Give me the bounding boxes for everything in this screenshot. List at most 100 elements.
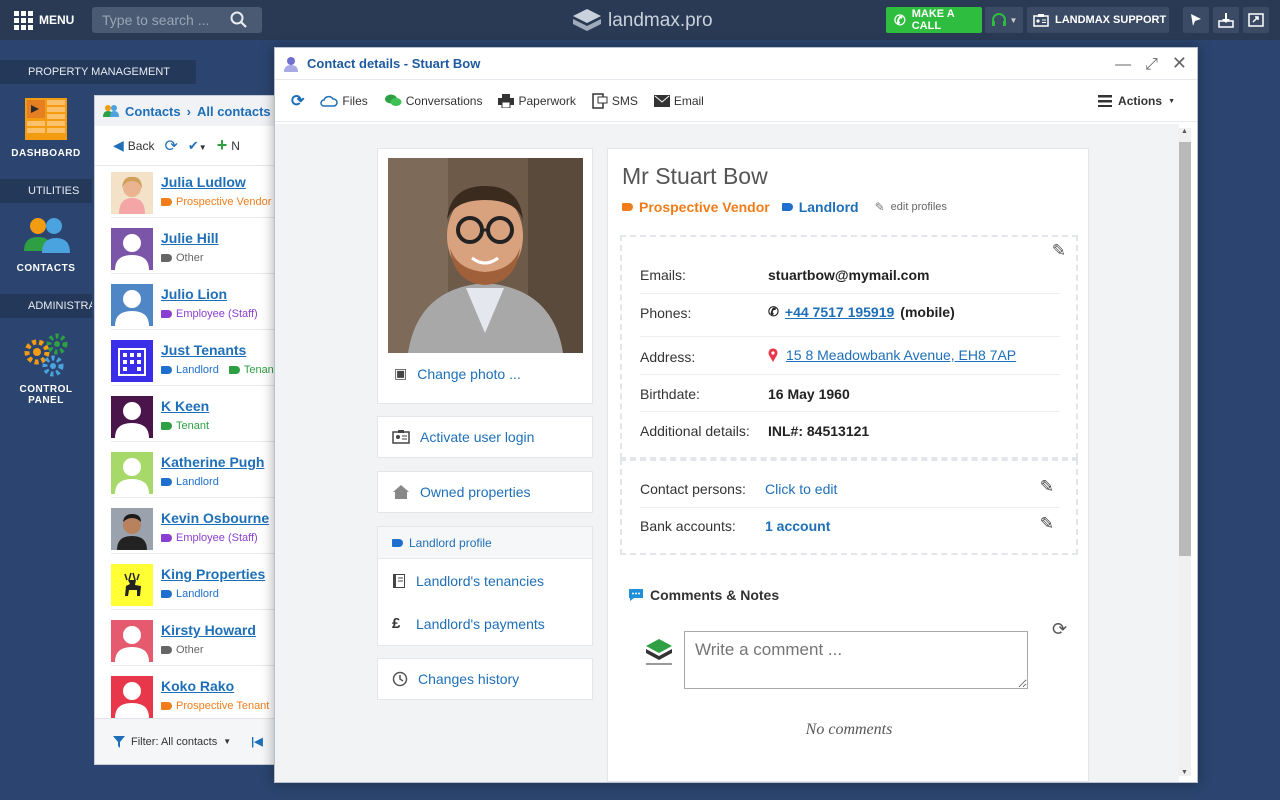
maximize-icon[interactable]: ⤢ [1145,56,1158,74]
change-photo-button[interactable]: ▣ Change photo ... [394,365,521,382]
comment-input[interactable] [684,631,1028,689]
edit-profiles-link[interactable]: edit profiles [891,201,947,213]
tag-icon [228,366,240,374]
contact-name-link[interactable]: King Properties [161,566,265,582]
breadcrumb-separator: › [186,103,191,119]
bank-accounts-link[interactable]: 1 account [765,518,830,534]
comments-title: Comments & Notes [650,587,780,603]
address-link[interactable]: 15 8 Meadowbank Avenue, EH8 7AP [786,347,1016,363]
search-input[interactable] [92,12,230,28]
landlord-tenancies-link[interactable]: Landlord's tenancies [392,573,544,589]
arrow-left-icon: ◀ [113,137,124,153]
avatar [111,172,153,214]
notifications-button[interactable] [1183,7,1209,33]
list-item[interactable]: Julia Ludlow Prospective Vendor [111,172,285,218]
scroll-up-icon[interactable]: ▲ [1181,128,1188,135]
tag-label: Tenant [176,420,210,432]
changes-history-card[interactable]: Changes history [377,658,593,700]
filter-dropdown[interactable]: Filter: All contacts [131,736,217,748]
search-icon[interactable] [230,11,248,29]
sidebar-label-contacts: CONTACTS [16,263,76,274]
refresh-icon[interactable]: ⟳ [291,91,304,111]
paperwork-button[interactable]: Paperwork [498,93,576,108]
conversations-label: Conversations [405,93,483,108]
fullscreen-button[interactable] [1243,7,1269,33]
person-icon [284,56,298,72]
contact-name-link[interactable]: Just Tenants [161,342,283,358]
download-button[interactable] [1213,7,1239,33]
list-item[interactable]: Kirsty Howard Other [111,620,285,666]
conversations-button[interactable]: Conversations [384,93,483,108]
tag-icon [392,538,403,547]
download-icon [1218,13,1234,28]
refresh-comments-icon[interactable]: ⟳ [1052,619,1067,640]
scroll-thumb[interactable] [1179,142,1191,556]
files-button[interactable]: Files [320,93,368,108]
landlord-profile-header[interactable]: Landlord profile [378,527,592,559]
emails-value: stuartbow@mymail.com [768,267,930,283]
contact-tags: Other [161,644,256,656]
tag-prospective-vendor[interactable]: Prospective Vendor [639,199,770,215]
list-item[interactable]: Just Tenants Landlord Tenant [111,340,285,386]
sidebar-item-dashboard[interactable]: DASHBOARD [0,96,92,159]
owned-properties-card[interactable]: Owned properties [377,471,593,513]
contact-name-link[interactable]: Julio Lion [161,286,264,302]
select-button[interactable]: ✔▼ [188,138,207,154]
contact-name-link[interactable]: Kirsty Howard [161,622,256,638]
headset-button[interactable]: ▼ [985,7,1023,33]
contact-name-link[interactable]: Julia Ludlow [161,174,277,190]
list-item[interactable]: Julio Lion Employee (Staff) [111,284,285,330]
breadcrumb-contacts[interactable]: Contacts [125,104,181,119]
list-item[interactable]: Katherine Pugh Landlord [111,452,285,498]
edit-bank-accounts-icon[interactable]: ✎ [1040,514,1054,534]
refresh-button[interactable]: ⟳ [164,136,177,156]
landmax-support-button[interactable]: LANDMAX SUPPORT [1027,7,1169,33]
contact-persons-link[interactable]: Click to edit [765,481,837,497]
hamburger-icon [1098,95,1113,107]
list-item[interactable]: Julie Hill Other [111,228,285,274]
sidebar-item-control-panel[interactable]: CONTROL PANEL [0,330,92,406]
sidebar-section-property[interactable]: PROPERTY MANAGEMENT [0,60,196,84]
phone-number-link[interactable]: +44 7517 195919 [785,304,894,320]
scroll-down-icon[interactable]: ▼ [1181,769,1188,776]
activate-login-card[interactable]: Activate user login [377,416,593,458]
contact-name-link[interactable]: K Keen [161,398,215,414]
contact-name-link[interactable]: Koko Rako [161,678,275,694]
back-label: Back [127,138,155,153]
menu-button[interactable]: MENU [0,0,88,40]
edit-fields-icon[interactable]: ✎ [1052,241,1066,261]
actions-dropdown[interactable]: Actions ▼ [1098,94,1175,108]
chevron-down-icon: ▼ [1009,15,1018,25]
contact-name-link[interactable]: Julie Hill [161,230,219,246]
tag-icon [161,702,172,710]
paperwork-label: Paperwork [518,93,576,108]
list-item[interactable]: Koko Rako Prospective Tenant [111,676,285,722]
email-button[interactable]: Email [653,94,704,108]
list-item[interactable]: King Properties Landlord [111,564,285,610]
sidebar: PROPERTY MANAGEMENT DASHBOARD UTILITIES … [0,40,196,800]
landlord-payments-link[interactable]: £ Landlord's payments [392,615,545,632]
dialog-scrollbar[interactable]: ▲ ▼ [1179,128,1191,776]
first-page-icon[interactable]: |◀ [251,735,263,748]
close-icon[interactable]: ✕ [1172,53,1187,74]
contact-tags: Landlord Tenant [161,364,283,376]
back-button[interactable]: ◀ Back [113,137,154,154]
tag-landlord[interactable]: Landlord [799,199,859,215]
sms-button[interactable]: SMS [592,92,638,109]
new-contact-button[interactable]: + N [217,135,240,156]
list-item[interactable]: Kevin Osbourne Employee (Staff) [111,508,285,554]
edit-contact-persons-icon[interactable]: ✎ [1040,477,1054,497]
contact-name-link[interactable]: Kevin Osbourne [161,510,269,526]
sidebar-item-contacts[interactable]: CONTACTS [0,215,92,274]
sidebar-section-administration[interactable]: ADMINISTRATION [0,294,92,318]
files-label: Files [342,93,368,108]
make-call-button[interactable]: ✆ MAKE A CALL [886,7,982,33]
envelope-icon [653,94,670,107]
sidebar-section-utilities[interactable]: UTILITIES [0,179,92,203]
breadcrumb-all-contacts[interactable]: All contacts [197,104,271,119]
minimize-icon[interactable]: — [1115,56,1131,74]
top-bar: MENU landmax.pro ✆ MAKE A CALL ▼ LANDMAX… [0,0,1280,40]
contact-photo-icon [111,172,153,214]
list-item[interactable]: K Keen Tenant [111,396,285,442]
contact-name-link[interactable]: Katherine Pugh [161,454,264,470]
